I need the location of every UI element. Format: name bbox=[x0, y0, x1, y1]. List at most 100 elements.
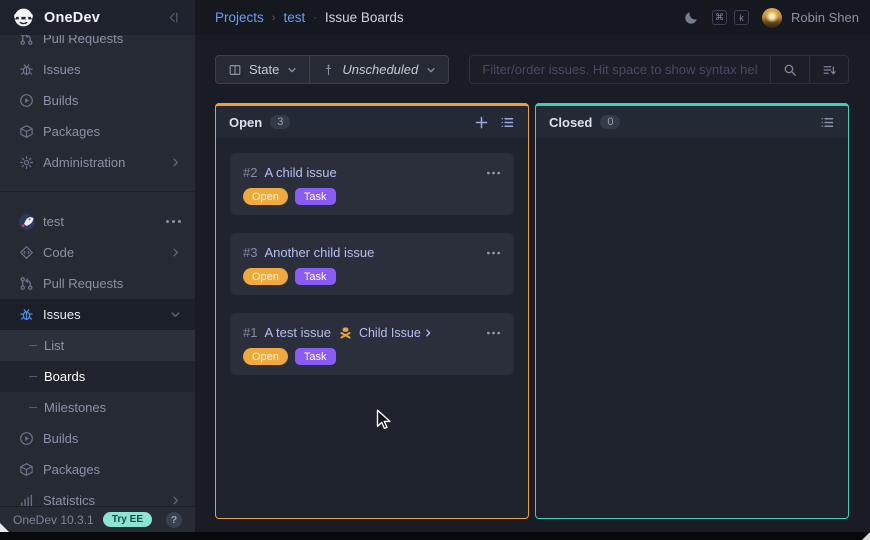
user-avatar[interactable] bbox=[762, 8, 782, 28]
dash-icon bbox=[29, 376, 37, 377]
sidebar-item-issues-list[interactable]: List bbox=[0, 330, 195, 361]
breadcrumb-project-link[interactable]: test bbox=[283, 10, 305, 25]
sidebar-item-label: Code bbox=[43, 245, 170, 260]
bug-icon bbox=[19, 62, 34, 77]
add-issue-button[interactable] bbox=[474, 115, 489, 130]
column-count-badge: 0 bbox=[600, 115, 620, 129]
sidebar-collapse-button[interactable] bbox=[166, 10, 181, 25]
column-body-open: #2 A child issue Open Task bbox=[216, 138, 528, 518]
state-dropdown[interactable]: State bbox=[216, 56, 309, 83]
state-badge: Open bbox=[243, 348, 288, 365]
issue-card[interactable]: #1 A test issue Child Issue bbox=[230, 313, 514, 375]
issue-board-toolbar: State Unscheduled bbox=[215, 55, 849, 84]
issue-title[interactable]: A child issue bbox=[264, 165, 336, 180]
column-title: Closed bbox=[549, 115, 592, 130]
sidebar-item-label: Boards bbox=[44, 369, 181, 384]
dark-mode-toggle[interactable] bbox=[684, 10, 699, 25]
sidebar-item-project-builds[interactable]: Builds bbox=[0, 423, 195, 454]
sidebar-item-issues[interactable]: Issues bbox=[0, 54, 195, 85]
chevron-right-icon bbox=[423, 328, 433, 338]
sidebar-item-label: Milestones bbox=[44, 400, 181, 415]
sidebar-item-builds[interactable]: Builds bbox=[0, 85, 195, 116]
breadcrumb-projects-link[interactable]: Projects bbox=[215, 10, 264, 25]
more-icon[interactable] bbox=[166, 220, 181, 223]
card-more-button[interactable] bbox=[486, 250, 501, 256]
column-count-badge: 3 bbox=[270, 115, 290, 129]
issue-board: Open 3 #2 A chi bbox=[215, 103, 849, 519]
play-circle-icon bbox=[19, 431, 34, 446]
project-name: test bbox=[43, 214, 166, 229]
onedev-logo-icon bbox=[13, 7, 34, 28]
state-dropdown-label: State bbox=[249, 62, 279, 77]
sidebar-item-label: Issues bbox=[43, 62, 181, 77]
sidebar-item-issues-boards[interactable]: Boards bbox=[0, 361, 195, 392]
issue-number: #2 bbox=[243, 165, 257, 180]
board-column-open: Open 3 #2 A chi bbox=[215, 103, 529, 519]
package-icon bbox=[19, 124, 34, 139]
issue-card[interactable]: #3 Another child issue Open Task bbox=[230, 233, 514, 295]
pull-request-icon bbox=[19, 276, 34, 291]
card-badges: Open Task bbox=[243, 348, 501, 365]
chevron-down-icon bbox=[287, 65, 297, 75]
card-badges: Open Task bbox=[243, 188, 501, 205]
issue-title[interactable]: A test issue bbox=[264, 325, 330, 340]
frame-artifact bbox=[862, 532, 870, 540]
sidebar-item-packages[interactable]: Packages bbox=[0, 116, 195, 147]
frame-artifact bbox=[0, 523, 9, 532]
chevron-right-icon bbox=[170, 157, 181, 168]
sidebar-item-label: Issues bbox=[43, 307, 170, 322]
issue-title[interactable]: Another child issue bbox=[264, 245, 374, 260]
sidebar-item-label: Packages bbox=[43, 462, 181, 477]
filter-input[interactable] bbox=[470, 56, 770, 83]
column-menu-button[interactable] bbox=[500, 115, 515, 130]
card-more-button[interactable] bbox=[486, 330, 501, 336]
column-body-closed bbox=[536, 138, 848, 518]
chevron-right-icon bbox=[170, 247, 181, 258]
milestone-dropdown[interactable]: Unscheduled bbox=[309, 56, 448, 83]
state-badge: Open bbox=[243, 268, 288, 285]
milestone-dropdown-label: Unscheduled bbox=[342, 62, 418, 77]
chevron-down-icon bbox=[426, 65, 436, 75]
sidebar-project-header[interactable]: test bbox=[0, 206, 195, 237]
search-button[interactable] bbox=[770, 56, 809, 83]
type-badge: Task bbox=[295, 188, 336, 205]
try-ee-badge[interactable]: Try EE bbox=[103, 512, 152, 527]
sidebar-item-pull-requests[interactable]: Pull Requests bbox=[0, 35, 195, 54]
card-header: #1 A test issue Child Issue bbox=[243, 325, 501, 340]
sidebar-item-project-issues[interactable]: Issues bbox=[0, 299, 195, 330]
gear-icon bbox=[19, 155, 34, 170]
sidebar-item-code[interactable]: Code bbox=[0, 237, 195, 268]
code-diamond-icon bbox=[19, 245, 34, 260]
card-header: #3 Another child issue bbox=[243, 245, 501, 260]
breadcrumb-current-page: Issue Boards bbox=[325, 10, 404, 25]
sidebar-item-label: Pull Requests bbox=[43, 35, 181, 46]
sidebar-item-issues-milestones[interactable]: Milestones bbox=[0, 392, 195, 423]
shortcut-key-cmd: ⌘ bbox=[712, 10, 727, 25]
sidebar-item-project-pull-requests[interactable]: Pull Requests bbox=[0, 268, 195, 299]
sidebar-item-administration[interactable]: Administration bbox=[0, 147, 195, 178]
package-icon bbox=[19, 462, 34, 477]
chevron-down-icon bbox=[170, 309, 181, 320]
child-issue-link-label: Child Issue bbox=[359, 326, 421, 340]
filter-bar bbox=[469, 55, 849, 84]
topbar-main: Projects › test · Issue Boards ⌘ k Robin… bbox=[195, 0, 870, 35]
column-menu-button[interactable] bbox=[820, 115, 835, 130]
pull-request-icon bbox=[19, 35, 34, 46]
bug-icon bbox=[339, 326, 352, 339]
dash-icon bbox=[29, 345, 37, 346]
state-badge: Open bbox=[243, 188, 288, 205]
milestone-icon bbox=[322, 63, 335, 76]
chevron-right-icon bbox=[170, 495, 181, 506]
user-name[interactable]: Robin Shen bbox=[791, 10, 859, 25]
child-issue-link[interactable]: Child Issue bbox=[359, 326, 433, 340]
order-button[interactable] bbox=[809, 56, 848, 83]
column-header-open: Open 3 bbox=[216, 106, 528, 138]
sidebar-item-project-packages[interactable]: Packages bbox=[0, 454, 195, 485]
sidebar-footer: OneDev 10.3.1 Try EE ? bbox=[0, 506, 195, 532]
main-content: State Unscheduled bbox=[195, 35, 870, 532]
card-more-button[interactable] bbox=[486, 170, 501, 176]
help-button[interactable]: ? bbox=[166, 512, 182, 528]
issue-card[interactable]: #2 A child issue Open Task bbox=[230, 153, 514, 215]
sidebar-divider bbox=[0, 191, 195, 192]
type-badge: Task bbox=[295, 348, 336, 365]
